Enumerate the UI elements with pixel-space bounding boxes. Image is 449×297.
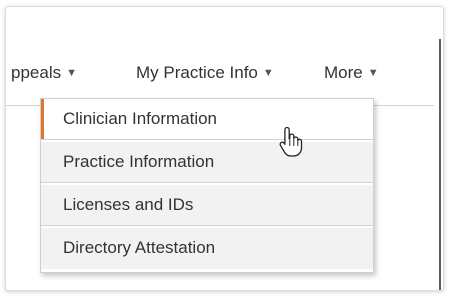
menu-item-directory-attestation[interactable]: Directory Attestation bbox=[41, 228, 373, 269]
nav-item-appeals[interactable]: ppeals ▼ bbox=[11, 61, 77, 85]
caret-down-icon: ▼ bbox=[367, 67, 379, 79]
menu-item-label: Licenses and IDs bbox=[63, 195, 194, 214]
menu-item-label: Directory Attestation bbox=[63, 238, 216, 257]
vertical-divider bbox=[439, 39, 441, 290]
nav-item-label: My Practice Info bbox=[136, 63, 258, 82]
app-window: ppeals ▼ My Practice Info ▼ More ▼ Clinicia… bbox=[5, 6, 444, 291]
nav-item-more[interactable]: More ▼ bbox=[324, 61, 379, 85]
nav-item-label: ppeals bbox=[11, 63, 62, 82]
menu-item-practice-information[interactable]: Practice Information bbox=[41, 142, 373, 183]
screen: ppeals ▼ My Practice Info ▼ More ▼ Clinicia… bbox=[0, 0, 449, 297]
menu-item-label: Clinician Information bbox=[63, 109, 218, 128]
nav-item-label: More bbox=[324, 63, 363, 82]
caret-down-icon: ▼ bbox=[262, 67, 274, 79]
practice-info-dropdown-menu: Clinician Information Practice Informati… bbox=[40, 98, 374, 273]
caret-down-icon: ▼ bbox=[66, 67, 77, 79]
hand-pointer-cursor-icon bbox=[279, 126, 303, 157]
nav-item-my-practice-info[interactable]: My Practice Info ▼ bbox=[136, 61, 274, 85]
main-navbar: ppeals ▼ My Practice Info ▼ More ▼ bbox=[6, 45, 434, 106]
menu-item-licenses-and-ids[interactable]: Licenses and IDs bbox=[41, 185, 373, 226]
menu-item-label: Practice Information bbox=[63, 152, 215, 171]
menu-item-clinician-information[interactable]: Clinician Information bbox=[41, 99, 373, 140]
active-item-accent bbox=[41, 99, 44, 139]
